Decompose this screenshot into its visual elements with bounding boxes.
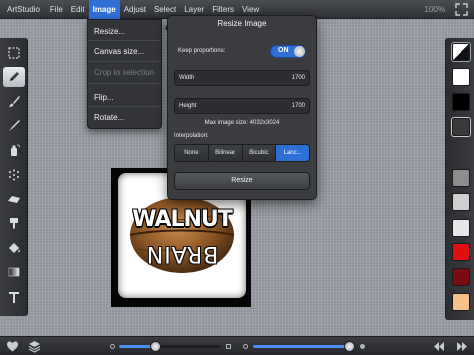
width-value: 1700	[291, 75, 305, 81]
undo-icon[interactable]	[433, 340, 446, 353]
image-menu: Resize... Canvas size... Crop to selecti…	[87, 19, 162, 129]
menu-divider	[88, 61, 161, 62]
smudge-icon	[9, 120, 20, 131]
app-menu[interactable]: ArtStudio	[0, 0, 46, 19]
swatch-gray[interactable]	[452, 169, 470, 187]
brush-size-knob[interactable]	[150, 341, 162, 352]
zoom-level: 100%	[424, 5, 445, 14]
menu-adjust[interactable]: Adjust	[120, 0, 150, 19]
heart-icon[interactable]	[6, 340, 19, 353]
brush-tool[interactable]	[3, 92, 25, 112]
menu-item-resize[interactable]: Resize...	[94, 27, 125, 36]
brush-size-small-icon	[110, 344, 115, 349]
interpolation-lanczos[interactable]: Lanc...	[276, 145, 309, 161]
opacity-knob[interactable]	[343, 341, 355, 352]
menu-file[interactable]: File	[46, 0, 67, 19]
swatch-white[interactable]	[452, 68, 470, 86]
document-text-walnut: WALNUT	[132, 207, 233, 232]
height-field[interactable]: Height 1700	[174, 98, 310, 114]
stamp-icon	[10, 218, 18, 229]
interpolation-none[interactable]: None	[175, 145, 209, 161]
toggle-knob	[294, 46, 305, 57]
fullscreen-icon[interactable]	[455, 3, 468, 16]
bottom-toolbar	[0, 336, 474, 355]
menu-divider	[88, 83, 161, 84]
swatch-selected[interactable]	[452, 118, 470, 136]
spray-can-icon	[11, 144, 21, 156]
interpolation-bilinear[interactable]: Bilinear	[208, 145, 243, 161]
keep-proportions-toggle[interactable]: ON	[270, 45, 306, 58]
marquee-icon	[8, 47, 20, 59]
swatch-light-gray[interactable]	[452, 193, 470, 211]
height-value: 1700	[291, 103, 305, 109]
text-icon	[9, 292, 19, 303]
toggle-state: ON	[278, 47, 289, 54]
swatch-lighter-gray[interactable]	[452, 219, 470, 237]
blur-tool[interactable]	[3, 165, 25, 185]
interpolation-bicubic[interactable]: Bicubic	[242, 145, 277, 161]
swatch-peach[interactable]	[452, 293, 470, 311]
paint-bucket-icon	[9, 243, 20, 253]
menu-edit[interactable]: Edit	[67, 0, 89, 19]
brush-shape-icon	[226, 344, 231, 349]
width-field[interactable]: Width 1700	[174, 70, 310, 86]
max-image-size-text: Max image size: 4032x3024	[204, 120, 280, 126]
tool-palette	[0, 38, 28, 316]
eraser-tool[interactable]	[3, 189, 25, 209]
menu-divider	[88, 40, 161, 41]
color-panel	[445, 38, 474, 320]
eraser-icon	[8, 196, 20, 203]
interpolation-selector: None Bilinear Bicubic Lanc...	[174, 144, 310, 162]
fill-tool[interactable]	[3, 238, 25, 258]
dots-icon	[9, 169, 19, 181]
width-label: Width	[179, 75, 195, 81]
gradient-icon	[8, 267, 20, 277]
current-color-swatch[interactable]	[452, 43, 470, 61]
menu-item-canvas-size[interactable]: Canvas size...	[94, 47, 144, 56]
keep-proportions-label: Keep proportions:	[178, 48, 226, 54]
opacity-slider[interactable]	[253, 341, 355, 352]
pencil-tool[interactable]	[3, 67, 25, 87]
height-label: Height	[179, 103, 197, 109]
menu-divider	[88, 106, 161, 107]
layers-icon[interactable]	[28, 340, 41, 353]
gradient-tool[interactable]	[3, 262, 25, 282]
swatch-dark-red[interactable]	[452, 268, 470, 286]
text-tool[interactable]	[3, 287, 25, 307]
brush-icon	[9, 96, 20, 107]
brush-size-slider[interactable]	[119, 341, 220, 352]
redo-icon[interactable]	[455, 340, 468, 353]
spray-tool[interactable]	[3, 140, 25, 160]
menu-item-flip[interactable]: Flip...	[94, 93, 114, 102]
opacity-high-icon	[360, 344, 365, 349]
resize-button[interactable]: Resize	[174, 172, 310, 190]
swatch-black[interactable]	[452, 93, 470, 111]
smudge-tool[interactable]	[3, 116, 25, 136]
pencil-icon	[10, 72, 19, 81]
menu-item-crop-to-selection: Crop to selection	[94, 68, 155, 77]
interpolation-label: Interpolation:	[174, 133, 209, 139]
swatch-red[interactable]	[452, 243, 470, 261]
clone-tool[interactable]	[3, 213, 25, 233]
menu-item-rotate[interactable]: Rotate...	[94, 113, 124, 122]
opacity-low-icon	[243, 344, 248, 349]
menu-image[interactable]: Image	[88, 0, 120, 19]
resize-image-dialog: Resize Image Keep proportions: ON Width …	[167, 15, 317, 200]
dialog-title: Resize Image	[217, 19, 267, 28]
marquee-tool[interactable]	[3, 43, 25, 63]
opacity-fill	[253, 345, 349, 348]
document-text-brain: BRAIN	[145, 241, 219, 266]
